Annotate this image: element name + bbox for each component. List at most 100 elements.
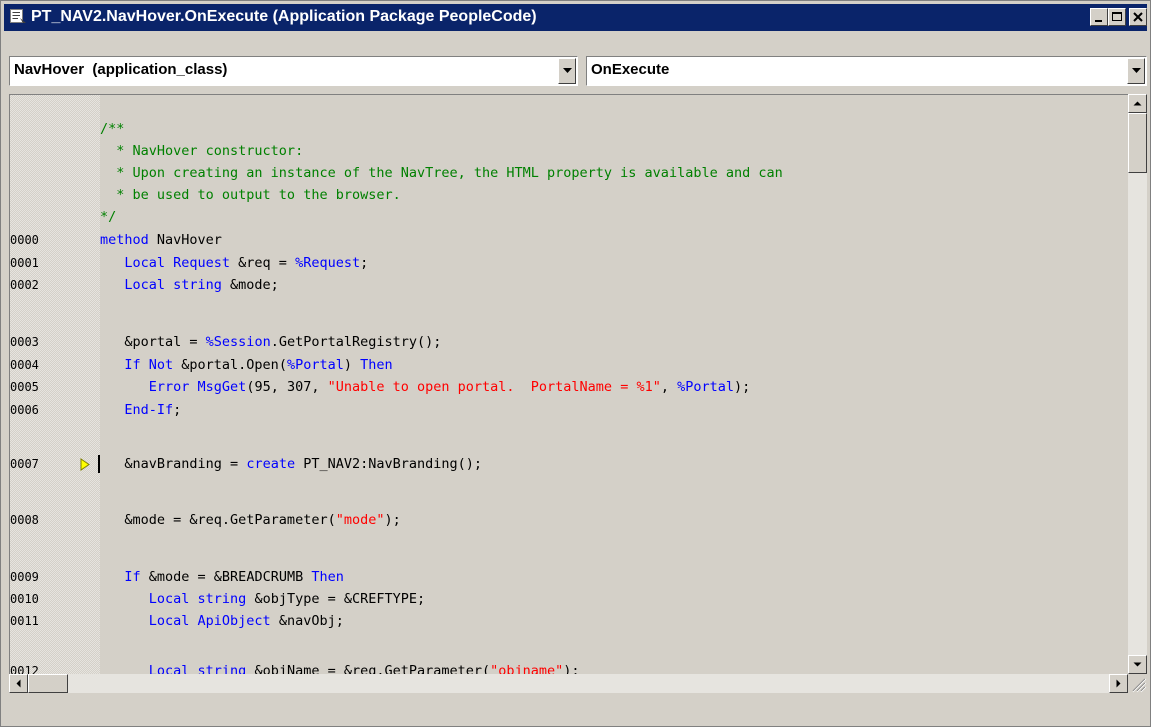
code-token: ;: [173, 402, 182, 418]
code-token: );: [384, 512, 401, 528]
code-keyword: create: [246, 456, 304, 472]
line-number: 0009: [10, 570, 39, 584]
vertical-scroll-thumb[interactable]: [1128, 113, 1147, 173]
peoplecode-editor-window: PT_NAV2.NavHover.OnExecute (Application …: [0, 0, 1151, 727]
code-keyword: If: [100, 569, 149, 585]
code-text: End-If;: [100, 399, 181, 421]
code-keyword: If Not: [100, 357, 182, 373]
code-token: &portal.Open(: [181, 357, 287, 373]
code-comment: */: [100, 209, 117, 225]
object-selector-dropdown[interactable]: NavHover (application_class): [9, 56, 578, 86]
scroll-up-button[interactable]: [1128, 94, 1147, 113]
code-token: &mode = &BREADCRUMB: [148, 569, 312, 585]
code-text: &navBranding = create PT_NAV2:NavBrandin…: [100, 453, 482, 475]
resize-grip-icon[interactable]: [1128, 674, 1147, 693]
code-token: ;: [360, 255, 369, 271]
code-token: PT_NAV2:NavBranding();: [303, 456, 483, 472]
arrow-right-icon: [1116, 679, 1121, 688]
object-selector-arrow-button[interactable]: [558, 58, 576, 84]
code-token: );: [734, 379, 751, 395]
code-comment: /**: [100, 121, 125, 137]
code-token: .GetPortalRegistry();: [270, 334, 442, 350]
code-token: &portal =: [100, 334, 206, 350]
code-keyword: %Portal: [677, 379, 735, 395]
code-token: &req =: [238, 255, 296, 271]
horizontal-scroll-thumb[interactable]: [28, 674, 68, 693]
maximize-button[interactable]: [1108, 8, 1126, 26]
window-title: PT_NAV2.NavHover.OnExecute (Application …: [31, 8, 537, 25]
code-keyword: Local string: [100, 277, 231, 293]
line-number: 0006: [10, 403, 39, 417]
close-button[interactable]: [1129, 8, 1147, 26]
line-number: 0012: [10, 664, 39, 674]
code-text: method NavHover: [100, 229, 222, 251]
code-comment: * be used to output to the browser.: [100, 187, 401, 203]
code-keyword: %Request: [295, 255, 361, 271]
code-text: &mode = &req.GetParameter("mode");: [100, 509, 401, 531]
code-comment: * Upon creating an instance of the NavTr…: [100, 165, 783, 181]
code-text: Error MsgGet(95, 307, "Unable to open po…: [100, 376, 751, 398]
line-number: 0004: [10, 358, 39, 372]
code-text: * Upon creating an instance of the NavTr…: [100, 162, 783, 184]
code-text: /**: [100, 118, 124, 140]
code-text: &portal = %Session.GetPortalRegistry();: [100, 331, 441, 353]
horizontal-scrollbar[interactable]: [9, 674, 1128, 693]
line-number: 0003: [10, 335, 39, 349]
title-bar[interactable]: PT_NAV2.NavHover.OnExecute (Application …: [4, 4, 1147, 31]
event-selector-dropdown[interactable]: OnExecute: [586, 56, 1147, 86]
code-token: );: [563, 663, 580, 674]
maximize-icon: [1112, 12, 1122, 21]
code-keyword: Error MsgGet: [100, 379, 247, 395]
chevron-down-icon: [563, 68, 572, 73]
current-line-marker-icon: [80, 458, 90, 471]
code-area[interactable]: /** * NavHover constructor: * Upon creat…: [10, 95, 1128, 674]
line-number: 0002: [10, 278, 39, 292]
code-text: Local ApiObject &navObj;: [100, 610, 344, 632]
close-icon: [1133, 12, 1143, 22]
minimize-button[interactable]: [1090, 8, 1108, 26]
code-keyword: %Portal: [286, 357, 344, 373]
chevron-down-icon: [1132, 68, 1141, 73]
scroll-down-button[interactable]: [1128, 655, 1147, 674]
code-text: If Not &portal.Open(%Portal) Then: [100, 354, 393, 376]
vertical-scrollbar[interactable]: [1128, 94, 1147, 674]
code-keyword: Local string: [100, 663, 255, 674]
code-token: &mode = &req.GetParameter(: [100, 512, 336, 528]
line-number: 0010: [10, 592, 39, 606]
arrow-left-icon: [16, 679, 21, 688]
code-keyword: Then: [311, 569, 344, 585]
code-text: * NavHover constructor:: [100, 140, 303, 162]
code-token: &objName = &req.GetParameter(: [254, 663, 491, 674]
event-selector-value: OnExecute: [591, 61, 670, 78]
code-comment: * NavHover constructor:: [100, 143, 304, 159]
code-text: */: [100, 206, 116, 228]
code-keyword: Local ApiObject: [100, 613, 279, 629]
code-keyword: method: [100, 232, 157, 248]
code-token: &mode;: [230, 277, 279, 293]
line-number: 0000: [10, 233, 39, 247]
peoplecode-document-icon: [10, 9, 27, 24]
code-editor[interactable]: /** * NavHover constructor: * Upon creat…: [9, 94, 1128, 674]
event-selector-arrow-button[interactable]: [1127, 58, 1145, 84]
code-keyword: Local string: [100, 591, 255, 607]
code-token: &navObj;: [278, 613, 344, 629]
code-string: "objname": [490, 663, 564, 674]
code-string: "mode": [335, 512, 385, 528]
code-token: ): [343, 357, 361, 373]
object-selector-value: NavHover (application_class): [14, 61, 228, 78]
code-text: If &mode = &BREADCRUMB Then: [100, 566, 344, 588]
code-keyword: Then: [360, 357, 393, 373]
scroll-right-button[interactable]: [1109, 674, 1128, 693]
arrow-up-icon: [1133, 101, 1142, 106]
code-token: ,: [660, 379, 678, 395]
code-token: &navBranding =: [100, 456, 247, 472]
scroll-left-button[interactable]: [9, 674, 28, 693]
code-text: * be used to output to the browser.: [100, 184, 401, 206]
code-text: Local Request &req = %Request;: [100, 252, 368, 274]
code-string: "Unable to open portal. PortalName = %1": [327, 379, 661, 395]
minimize-icon: [1095, 20, 1102, 22]
code-text: Local string &objType = &CREFTYPE;: [100, 588, 425, 610]
code-token: &objType = &CREFTYPE;: [254, 591, 426, 607]
arrow-down-icon: [1133, 662, 1142, 667]
code-keyword: %Session: [205, 334, 271, 350]
